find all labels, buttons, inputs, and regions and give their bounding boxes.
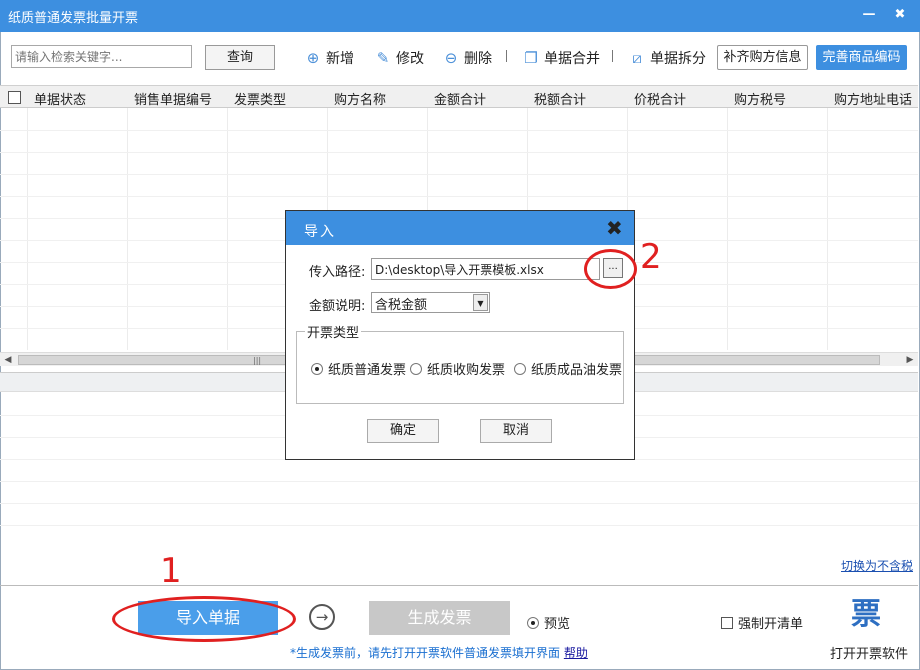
- plus-circle-icon: ⊕: [306, 49, 320, 67]
- grid-line: [0, 152, 918, 153]
- hint-message: *生成发票前，请先打开开票软件普通发票填开界面: [290, 646, 561, 660]
- title-bar: 纸质普通发票批量开票 — ✖: [0, 0, 920, 32]
- column-header[interactable]: 购方名称: [334, 89, 386, 108]
- dialog-close-icon[interactable]: ✖: [606, 216, 623, 240]
- invoice-type-group: 开票类型 纸质普通发票 纸质收购发票 纸质成品油发票: [296, 322, 624, 404]
- grid-line: [0, 525, 918, 526]
- cancel-button[interactable]: 取消: [480, 419, 552, 443]
- split-button[interactable]: ⧄ 单据拆分: [629, 48, 706, 68]
- column-header[interactable]: 金额合计: [434, 89, 486, 108]
- add-button[interactable]: ⊕ 新增: [305, 48, 354, 68]
- grid-line: [0, 196, 918, 197]
- merge-icon: ❐: [524, 49, 538, 67]
- grid-line: [0, 174, 918, 175]
- divider: [0, 585, 918, 586]
- column-header[interactable]: 税额合计: [534, 89, 586, 108]
- invoice-type-legend: 开票类型: [305, 322, 362, 341]
- radio-icon: [410, 362, 422, 375]
- complete-goods-code-button[interactable]: 完善商品编码: [816, 45, 907, 70]
- amount-type-value: 含税金额: [375, 298, 428, 313]
- file-path-input[interactable]: [371, 258, 600, 280]
- toolbar-divider: [612, 50, 613, 62]
- add-label: 新增: [326, 51, 354, 67]
- switch-tax-exclusive-link[interactable]: 切换为不含税: [841, 557, 913, 574]
- invoice-software-icon[interactable]: 票: [849, 599, 883, 631]
- force-list-checkbox[interactable]: 强制开清单: [721, 613, 803, 632]
- grid-line: [827, 108, 828, 350]
- close-button[interactable]: ✖: [888, 4, 912, 26]
- path-label: 传入路径:: [309, 265, 366, 280]
- dialog-title: 导入: [304, 224, 336, 240]
- radio-selected-icon: [527, 616, 539, 629]
- query-button[interactable]: 查询: [205, 45, 275, 70]
- open-invoice-software-button[interactable]: 打开开票软件: [830, 643, 908, 662]
- split-icon: ⧄: [632, 49, 642, 67]
- search-input[interactable]: [11, 45, 192, 68]
- minimize-button[interactable]: —: [857, 4, 881, 26]
- generate-invoice-button[interactable]: 生成发票: [369, 601, 510, 635]
- checkbox-icon: [721, 616, 733, 629]
- merge-button[interactable]: ❐ 单据合并: [523, 48, 600, 68]
- hint-text: *生成发票前，请先打开开票软件普通发票填开界面 帮助: [290, 644, 588, 661]
- scroll-left-icon[interactable]: ◀: [0, 353, 16, 367]
- column-header[interactable]: 价税合计: [634, 89, 686, 108]
- column-header[interactable]: 单据状态: [34, 89, 86, 108]
- invoice-type-option-paper-oil[interactable]: 纸质成品油发票: [514, 359, 622, 378]
- dropdown-arrow-icon[interactable]: ▼: [473, 294, 488, 311]
- amount-label: 金额说明:: [309, 299, 366, 314]
- option-label: 纸质普通发票: [328, 363, 407, 378]
- grid-line: [0, 130, 918, 131]
- grid-line: [127, 108, 128, 350]
- ok-button[interactable]: 确定: [367, 419, 439, 443]
- preview-label: 预览: [544, 617, 571, 632]
- invoice-type-option-paper-purchase[interactable]: 纸质收购发票: [410, 359, 505, 378]
- toolbar-divider: [506, 50, 507, 62]
- delete-label: 删除: [464, 51, 492, 67]
- grip-icon: |||: [253, 356, 262, 365]
- dialog-title-bar: 导入 ✖: [286, 211, 634, 245]
- force-list-label: 强制开清单: [738, 617, 804, 632]
- option-label: 纸质成品油发票: [531, 363, 623, 378]
- radio-icon: [514, 362, 526, 375]
- preview-radio[interactable]: 预览: [527, 613, 570, 632]
- annotation-step-1: 1: [160, 551, 182, 591]
- help-link[interactable]: 帮助: [564, 646, 588, 660]
- arrow-right-icon: →: [309, 604, 335, 630]
- option-label: 纸质收购发票: [427, 363, 506, 378]
- import-dialog: 导入 ✖ 传入路径: ... 金额说明: 含税金额 ▼ 开票类型 纸质普通发票 …: [285, 210, 635, 460]
- annotation-step-2: 2: [640, 237, 662, 277]
- fill-buyer-info-button[interactable]: 补齐购方信息: [717, 45, 808, 70]
- minus-circle-icon: ⊖: [444, 49, 458, 67]
- grid-line: [0, 481, 918, 482]
- column-header[interactable]: 购方税号: [734, 89, 786, 108]
- window-title: 纸质普通发票批量开票: [8, 11, 139, 26]
- grid-header: 单据状态 销售单据编号 发票类型 购方名称 金额合计 税额合计 价税合计 购方税…: [0, 86, 918, 108]
- delete-button[interactable]: ⊖ 删除: [443, 48, 492, 68]
- grid-line: [227, 108, 228, 350]
- edit-icon: ✎: [376, 49, 390, 67]
- merge-label: 单据合并: [544, 51, 600, 67]
- column-header[interactable]: 销售单据编号: [134, 89, 212, 108]
- edit-label: 修改: [396, 51, 424, 67]
- grid-line: [27, 108, 28, 350]
- column-header[interactable]: 发票类型: [234, 89, 286, 108]
- amount-type-select[interactable]: 含税金额 ▼: [371, 292, 490, 313]
- grid-line: [727, 108, 728, 350]
- grid-line: [0, 503, 918, 504]
- select-all-checkbox[interactable]: [8, 91, 21, 104]
- split-label: 单据拆分: [650, 51, 706, 67]
- annotation-circle-1: [112, 596, 296, 642]
- edit-button[interactable]: ✎ 修改: [375, 48, 424, 68]
- column-header[interactable]: 购方地址电话: [834, 89, 912, 108]
- scroll-right-icon[interactable]: ▶: [902, 353, 918, 367]
- radio-selected-icon: [311, 362, 323, 375]
- annotation-circle-2: [584, 249, 637, 289]
- invoice-type-option-paper-normal[interactable]: 纸质普通发票: [311, 359, 406, 378]
